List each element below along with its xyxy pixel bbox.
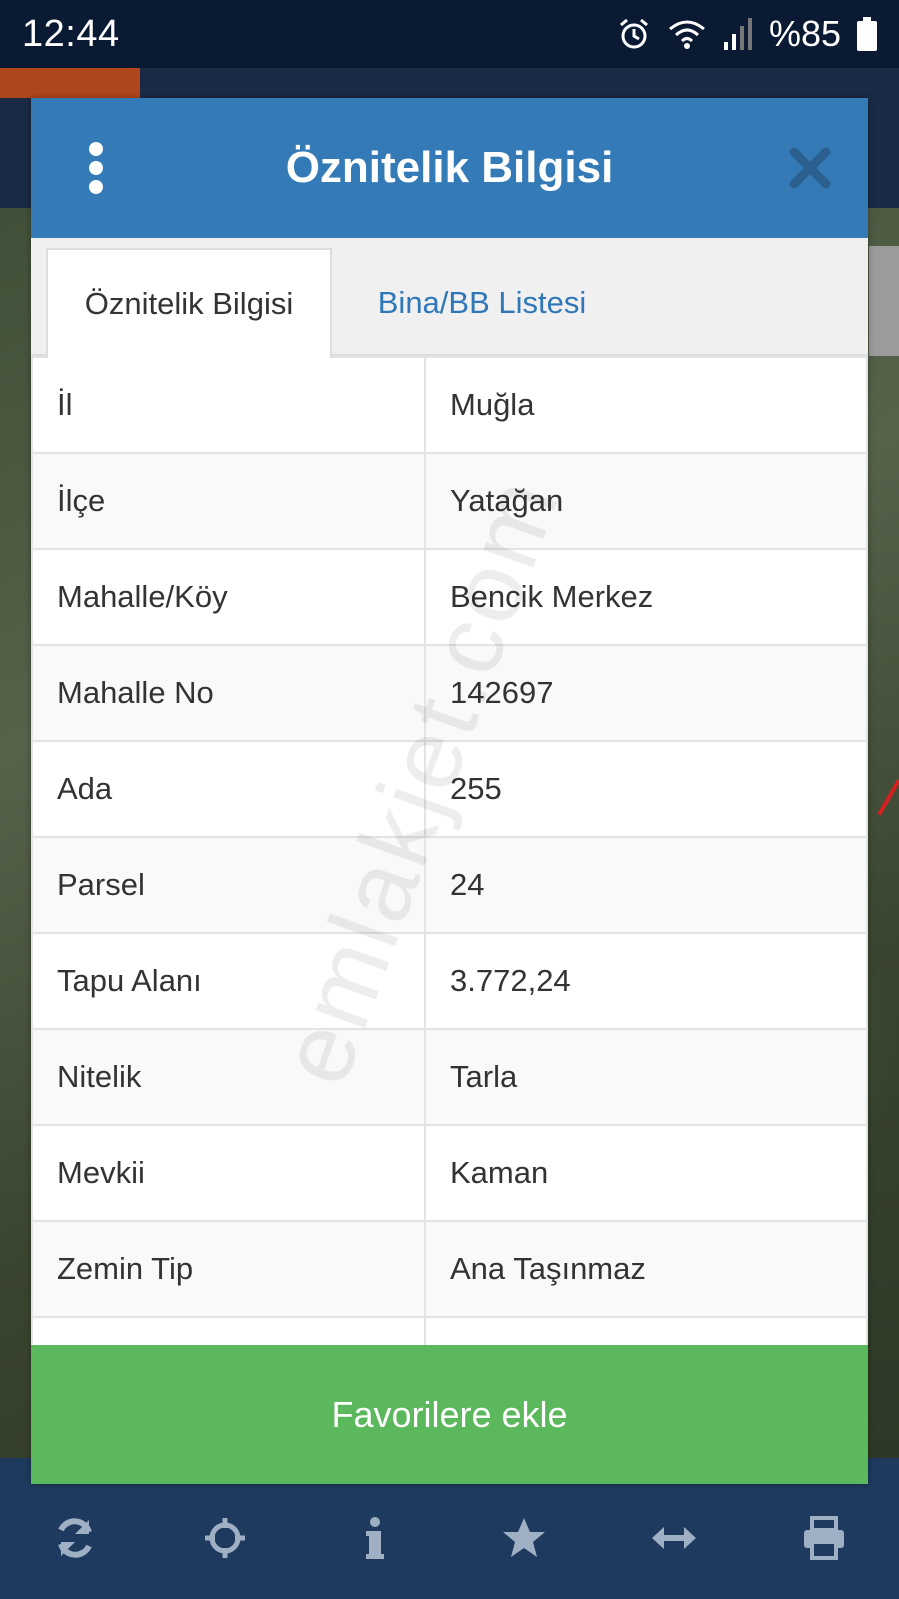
refresh-icon[interactable] — [45, 1508, 105, 1568]
row-key: Mevkii — [31, 1124, 426, 1222]
status-bar: 12:44 %85 — [0, 0, 899, 68]
row-value: Ana Taşınmaz — [424, 1220, 868, 1318]
row-value: Yatağan — [424, 452, 868, 550]
attribute-info-dialog: Öznitelik Bilgisi Öznitelik Bilgisi Bina… — [31, 98, 868, 1484]
row-value: 255 — [424, 740, 868, 838]
info-icon[interactable] — [345, 1508, 405, 1568]
measure-icon[interactable] — [644, 1508, 704, 1568]
battery-percent: %85 — [768, 13, 841, 54]
parcel-border-line — [877, 779, 899, 816]
attribute-table: İl Muğla İlçe Yatağan Mahalle/Köy Bencik Me… — [31, 356, 868, 1381]
more-options-icon[interactable] — [83, 142, 109, 194]
table-row: Nitelik Tarla — [31, 1028, 868, 1126]
row-key: Parsel — [31, 836, 426, 934]
table-row: Mahalle/Köy Bencik Merkez — [31, 548, 868, 646]
battery-icon — [857, 17, 877, 51]
row-key: Nitelik — [31, 1028, 426, 1126]
table-row: Mahalle No 142697 — [31, 644, 868, 742]
row-value: Kaman — [424, 1124, 868, 1222]
row-value: 3.772,24 — [424, 932, 868, 1030]
status-indicators: %85 — [617, 13, 877, 55]
table-row: İlçe Yatağan — [31, 452, 868, 550]
tab-building-list[interactable]: Bina/BB Listesi — [347, 248, 617, 358]
locate-icon[interactable] — [195, 1508, 255, 1568]
star-icon[interactable] — [494, 1508, 554, 1568]
map-orange-overlay — [0, 68, 140, 98]
row-key: Mahalle/Köy — [31, 548, 426, 646]
tab-bar: Öznitelik Bilgisi Bina/BB Listesi — [31, 238, 868, 358]
row-key: İl — [31, 356, 426, 454]
row-value: Tarla — [424, 1028, 868, 1126]
row-value: Bencik Merkez — [424, 548, 868, 646]
table-row: Tapu Alanı 3.772,24 — [31, 932, 868, 1030]
row-key: Tapu Alanı — [31, 932, 426, 1030]
table-row: İl Muğla — [31, 356, 868, 454]
row-key: Ada — [31, 740, 426, 838]
table-row: Zemin Tip Ana Taşınmaz — [31, 1220, 868, 1318]
table-row: Mevkii Kaman — [31, 1124, 868, 1222]
row-key: Zemin Tip — [31, 1220, 426, 1318]
wifi-icon — [667, 17, 707, 51]
status-time: 12:44 — [22, 12, 120, 55]
alarm-icon — [617, 17, 651, 51]
dialog-title: Öznitelik Bilgisi — [285, 143, 614, 192]
row-key: Mahalle No — [31, 644, 426, 742]
table-row: Ada 255 — [31, 740, 868, 838]
attribute-table-scroll[interactable]: İl Muğla İlçe Yatağan Mahalle/Köy Bencik Me… — [31, 356, 868, 1381]
add-to-favorites-button[interactable]: Favorilere ekle — [31, 1345, 868, 1484]
dialog-header: Öznitelik Bilgisi — [31, 98, 868, 238]
signal-icon — [723, 18, 753, 50]
map-grey-strip — [869, 246, 899, 356]
row-value: Muğla — [424, 356, 868, 454]
row-value: 24 — [424, 836, 868, 934]
row-key: İlçe — [31, 452, 426, 550]
table-row: Parsel 24 — [31, 836, 868, 934]
close-icon[interactable] — [786, 144, 834, 192]
row-value: 142697 — [424, 644, 868, 742]
tab-attribute-info[interactable]: Öznitelik Bilgisi — [46, 248, 332, 358]
print-icon[interactable] — [794, 1508, 854, 1568]
